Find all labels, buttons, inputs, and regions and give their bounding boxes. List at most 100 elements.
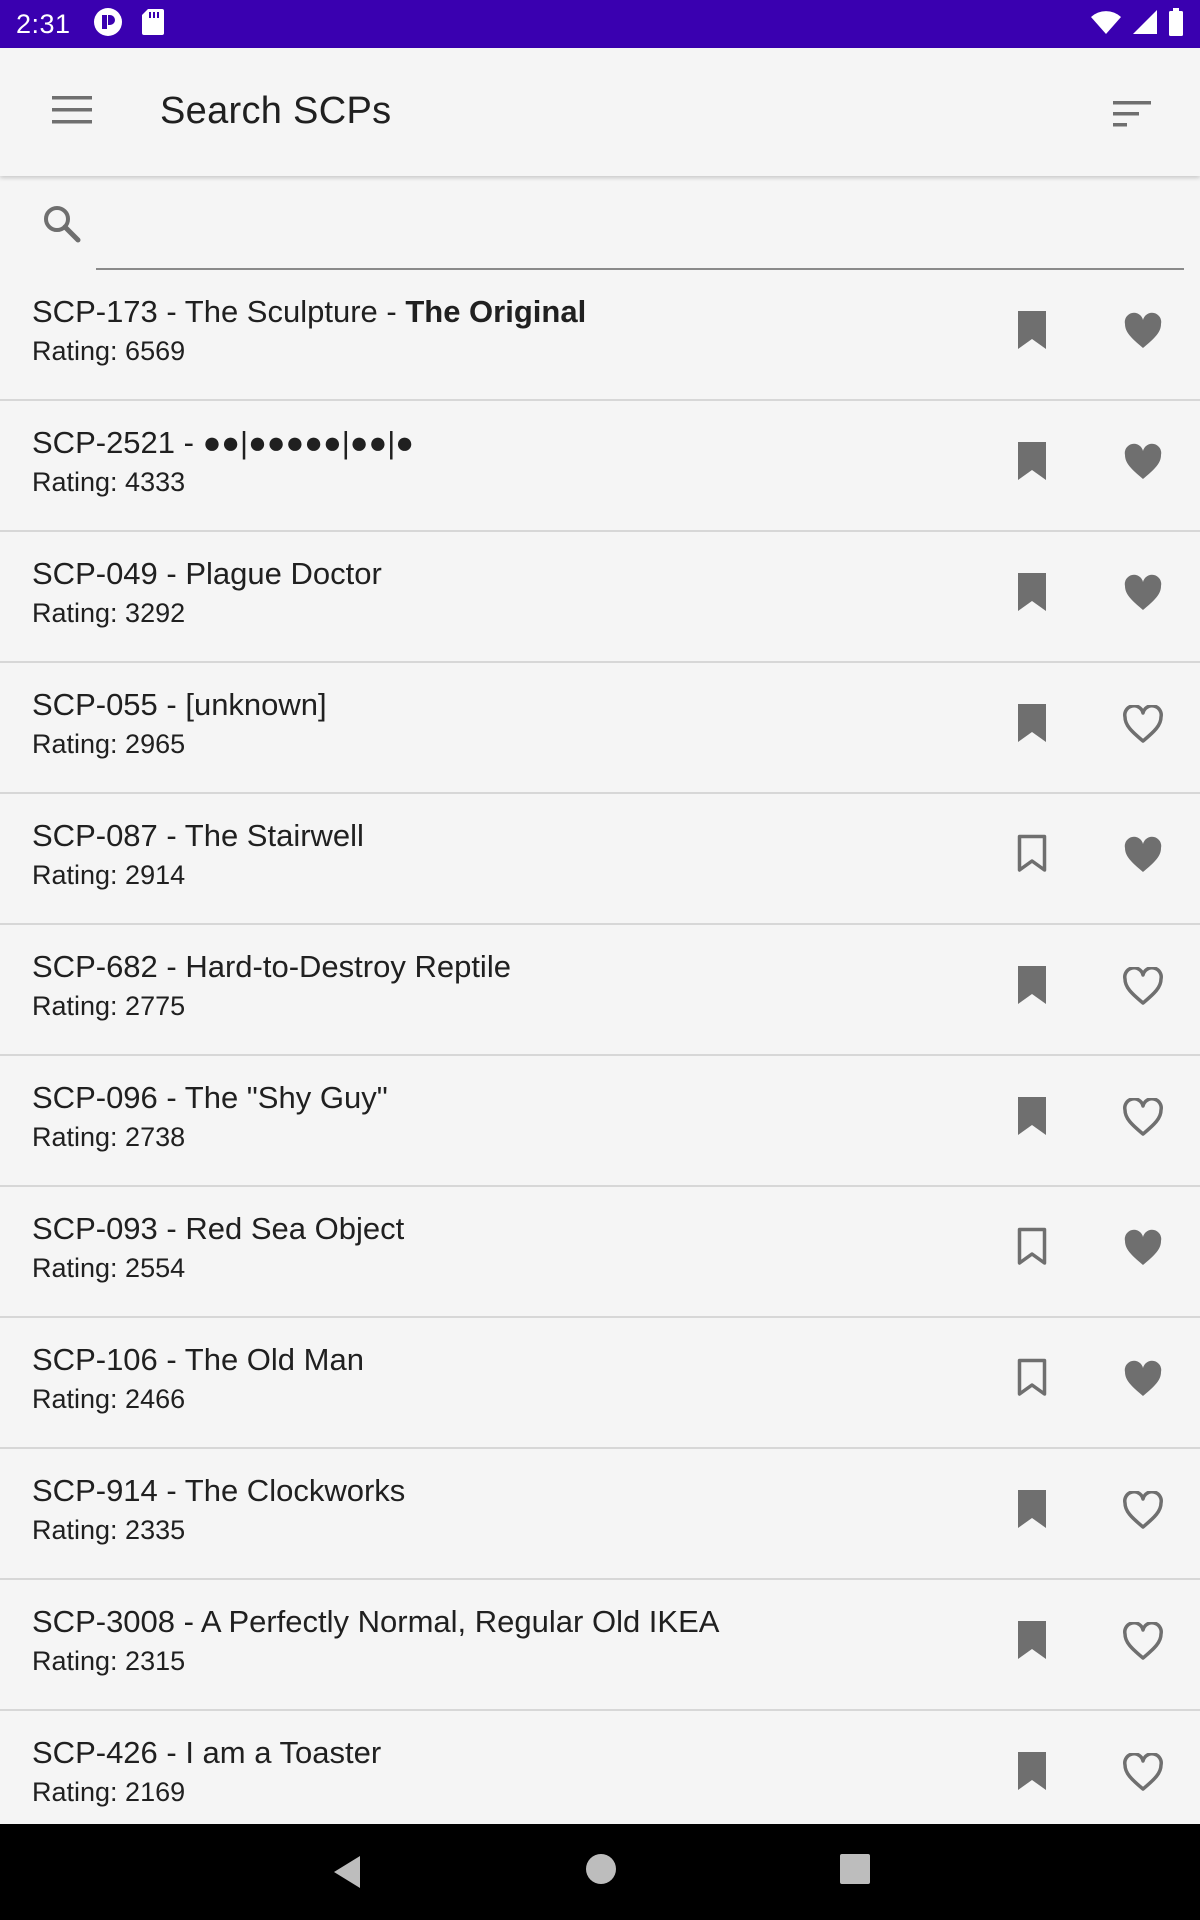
item-rating: Rating: 6569 — [32, 336, 186, 366]
favorite-button[interactable] — [1118, 570, 1168, 620]
item-title-text: SCP-087 - The Stairwell — [32, 818, 364, 853]
item-rating: Rating: 2775 — [32, 991, 186, 1021]
bookmark-filled-icon — [1016, 1619, 1048, 1666]
item-rating: Rating: 2466 — [32, 1384, 186, 1414]
list-item[interactable]: SCP-087 - The Stairwell Rating: 2914 — [0, 794, 1200, 925]
item-title-text: SCP-682 - Hard-to-Destroy Reptile — [32, 949, 511, 984]
bookmark-outline-icon — [1016, 833, 1048, 880]
app-bar: Search SCPs — [0, 48, 1200, 176]
item-title: SCP-106 - The Old Man — [32, 1342, 364, 1378]
bookmark-button[interactable] — [1010, 959, 1054, 1015]
item-rating: Rating: 2169 — [32, 1777, 186, 1807]
item-title: SCP-055 - [unknown] — [32, 687, 327, 723]
status-right-icons — [1090, 7, 1184, 41]
bookmark-button[interactable] — [1010, 828, 1054, 884]
wifi-icon — [1090, 9, 1122, 40]
item-rating: Rating: 2315 — [32, 1646, 186, 1676]
list-item[interactable]: SCP-055 - [unknown] Rating: 2965 — [0, 663, 1200, 794]
item-rating: Rating: 2554 — [32, 1253, 186, 1283]
menu-button[interactable] — [40, 88, 104, 136]
status-left-icons — [93, 7, 165, 42]
heart-outline-icon — [1123, 1096, 1163, 1141]
item-title-text: SCP-055 - [unknown] — [32, 687, 327, 722]
bookmark-button[interactable] — [1010, 1090, 1054, 1146]
item-title-text: SCP-106 - The Old Man — [32, 1342, 364, 1377]
list-item[interactable]: SCP-3008 - A Perfectly Normal, Regular O… — [0, 1580, 1200, 1711]
heart-outline-icon — [1123, 703, 1163, 748]
favorite-button[interactable] — [1118, 701, 1168, 751]
scp-list[interactable]: SCP-173 - The Sculpture - The Original Ra… — [0, 270, 1200, 1824]
heart-filled-icon — [1123, 1229, 1163, 1272]
bookmark-button[interactable] — [1010, 435, 1054, 491]
item-rating: Rating: 3292 — [32, 598, 186, 628]
list-item[interactable]: SCP-096 - The "Shy Guy" Rating: 2738 — [0, 1056, 1200, 1187]
list-item[interactable]: SCP-106 - The Old Man Rating: 2466 — [0, 1318, 1200, 1449]
item-rating: Rating: 2738 — [32, 1122, 186, 1152]
heart-outline-icon — [1123, 1751, 1163, 1796]
search-input[interactable] — [96, 190, 1184, 246]
sd-card-icon — [141, 8, 165, 41]
item-rating: Rating: 4333 — [32, 467, 186, 497]
item-rating: Rating: 2335 — [32, 1515, 186, 1545]
item-title-text: SCP-3008 - A Perfectly Normal, Regular O… — [32, 1604, 720, 1639]
battery-icon — [1168, 7, 1184, 41]
bookmark-button[interactable] — [1010, 697, 1054, 753]
item-title: SCP-3008 - A Perfectly Normal, Regular O… — [32, 1604, 719, 1640]
favorite-button[interactable] — [1118, 439, 1168, 489]
heart-filled-icon — [1123, 312, 1163, 355]
item-rating: Rating: 2965 — [32, 729, 186, 759]
status-time: 2:31 — [16, 8, 71, 39]
search-row — [0, 176, 1200, 270]
list-item[interactable]: SCP-049 - Plague Doctor Rating: 3292 — [0, 532, 1200, 663]
bookmark-filled-icon — [1016, 964, 1048, 1011]
bookmark-button[interactable] — [1010, 1745, 1054, 1801]
heart-outline-icon — [1123, 1489, 1163, 1534]
bookmark-filled-icon — [1016, 309, 1048, 356]
status-bar: 2:31 — [0, 0, 1200, 48]
item-title-text: SCP-093 - Red Sea Object — [32, 1211, 405, 1246]
bookmark-filled-icon — [1016, 440, 1048, 487]
recents-icon[interactable] — [840, 1854, 870, 1884]
list-item[interactable]: SCP-914 - The Clockworks Rating: 2335 — [0, 1449, 1200, 1580]
favorite-button[interactable] — [1118, 1749, 1168, 1799]
favorite-button[interactable] — [1118, 1356, 1168, 1406]
item-title-text: SCP-2521 - ●●|●●●●●|●●|● — [32, 425, 414, 460]
favorite-button[interactable] — [1118, 308, 1168, 358]
back-icon[interactable] — [326, 1850, 370, 1894]
heart-outline-icon — [1123, 1620, 1163, 1665]
favorite-button[interactable] — [1118, 963, 1168, 1013]
favorite-button[interactable] — [1118, 1618, 1168, 1668]
sort-button[interactable] — [1104, 92, 1160, 140]
favorite-button[interactable] — [1118, 1487, 1168, 1537]
list-item[interactable]: SCP-173 - The Sculpture - The Original Ra… — [0, 270, 1200, 401]
bookmark-button[interactable] — [1010, 304, 1054, 360]
item-title: SCP-682 - Hard-to-Destroy Reptile — [32, 949, 511, 985]
notification-app-icon — [93, 7, 123, 42]
favorite-button[interactable] — [1118, 1225, 1168, 1275]
list-item[interactable]: SCP-682 - Hard-to-Destroy Reptile Rating:… — [0, 925, 1200, 1056]
bookmark-button[interactable] — [1010, 1614, 1054, 1670]
cell-signal-icon — [1132, 9, 1158, 40]
navigation-bar — [0, 1824, 1200, 1920]
list-item[interactable]: SCP-426 - I am a Toaster Rating: 2169 — [0, 1711, 1200, 1824]
favorite-button[interactable] — [1118, 1094, 1168, 1144]
list-item[interactable]: SCP-2521 - ●●|●●●●●|●●|● Rating: 4333 — [0, 401, 1200, 532]
bookmark-filled-icon — [1016, 1095, 1048, 1142]
bookmark-button[interactable] — [1010, 1221, 1054, 1277]
screen: 2:31 Search SCPs SCP-173 - The Sculpture… — [0, 0, 1200, 1920]
bookmark-button[interactable] — [1010, 1352, 1054, 1408]
bookmark-filled-icon — [1016, 571, 1048, 618]
heart-filled-icon — [1123, 836, 1163, 879]
bookmark-button[interactable] — [1010, 566, 1054, 622]
item-title: SCP-173 - The Sculpture - The Original — [32, 294, 586, 330]
bookmark-outline-icon — [1016, 1226, 1048, 1273]
item-title: SCP-087 - The Stairwell — [32, 818, 364, 854]
item-title-bold: The Original — [405, 294, 587, 329]
list-item[interactable]: SCP-093 - Red Sea Object Rating: 2554 — [0, 1187, 1200, 1318]
home-icon[interactable] — [584, 1852, 618, 1886]
item-title-text: SCP-914 - The Clockworks — [32, 1473, 406, 1508]
item-title: SCP-2521 - ●●|●●●●●|●●|● — [32, 425, 414, 461]
bookmark-button[interactable] — [1010, 1483, 1054, 1539]
item-title-text: SCP-049 - Plague Doctor — [32, 556, 382, 591]
favorite-button[interactable] — [1118, 832, 1168, 882]
